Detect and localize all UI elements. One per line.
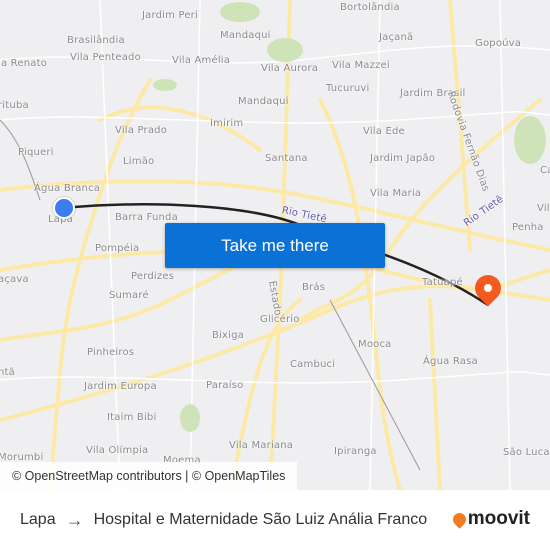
place-label: la Renato <box>0 58 48 69</box>
place-label: Perdizes <box>131 271 175 282</box>
place-label: ntã <box>0 367 15 378</box>
place-label: Jardim Japão <box>370 153 436 164</box>
place-label: Glicério <box>260 314 300 325</box>
map-attribution[interactable]: © OpenStreetMap contributors | © OpenMap… <box>0 462 298 490</box>
place-label: rituba <box>0 100 29 111</box>
place-label: Pompéia <box>95 243 140 254</box>
place-label: Piqueri <box>18 147 54 158</box>
place-label: Bixiga <box>212 330 245 341</box>
place-label: Cambuci <box>290 359 336 370</box>
place-label: Mandaqui <box>238 96 289 107</box>
place-label: Jardim Europa <box>84 381 157 392</box>
place-label: Ca <box>540 165 550 176</box>
place-label: Vila Penteado <box>70 52 141 63</box>
moovit-wordmark: moovit <box>467 508 530 529</box>
place-label: Brasilândia <box>67 35 125 46</box>
place-label: Limão <box>123 156 155 167</box>
place-label: Mooca <box>358 339 392 350</box>
place-label: Bortolândia <box>340 2 400 13</box>
moovit-logo[interactable]: moovit <box>450 508 530 530</box>
place-label: Sumaré <box>109 290 149 301</box>
origin-dot-icon[interactable] <box>53 197 75 219</box>
place-label: Gopoúva <box>475 38 522 49</box>
place-label: açava <box>0 274 29 285</box>
place-label: Ipiranga <box>334 446 377 457</box>
place-label: Imirim <box>210 118 244 129</box>
place-label: Itaim Bibi <box>107 412 157 423</box>
place-label: Água Branca <box>34 183 101 194</box>
take-me-there-button[interactable]: Take me there <box>165 223 385 268</box>
place-label: Tucuruvi <box>326 83 370 94</box>
place-label: Pinheiros <box>87 347 135 358</box>
destination-name: Hospital e Maternidade São Luiz Anália F… <box>93 511 428 528</box>
place-label: Vila Mariana <box>229 440 294 451</box>
place-label: São Luca <box>503 447 550 458</box>
arrow-right-icon: → <box>65 509 84 530</box>
place-label: Vila Prado <box>115 125 168 136</box>
map[interactable]: Jardim Peri Bortolândia Brasilândia Mandaqu… <box>0 0 550 490</box>
place-label: Vila Ede <box>363 126 405 137</box>
place-label: Vila Olímpia <box>86 445 149 456</box>
moovit-drop-icon <box>450 509 469 529</box>
place-label: Jardim Peri <box>142 10 198 21</box>
place-label: Jaçanã <box>379 32 414 43</box>
place-label: Santana <box>265 153 308 164</box>
place-label: Tatuapé <box>422 277 463 288</box>
origin-name: Lapa <box>20 511 56 528</box>
place-label: Paraíso <box>206 380 244 391</box>
place-label: Vila Mazzei <box>332 60 390 71</box>
place-label: Vila La <box>537 203 550 214</box>
place-label: Penha <box>512 222 544 233</box>
place-label: Brás <box>302 282 326 293</box>
place-label: Barra Funda <box>115 212 178 223</box>
place-label: Vila Amélia <box>172 55 231 66</box>
place-label: Mandaqui <box>220 30 271 41</box>
place-label: Água Rasa <box>423 356 478 367</box>
place-label: Vila Aurora <box>261 63 319 74</box>
place-label: Vila Maria <box>370 188 422 199</box>
